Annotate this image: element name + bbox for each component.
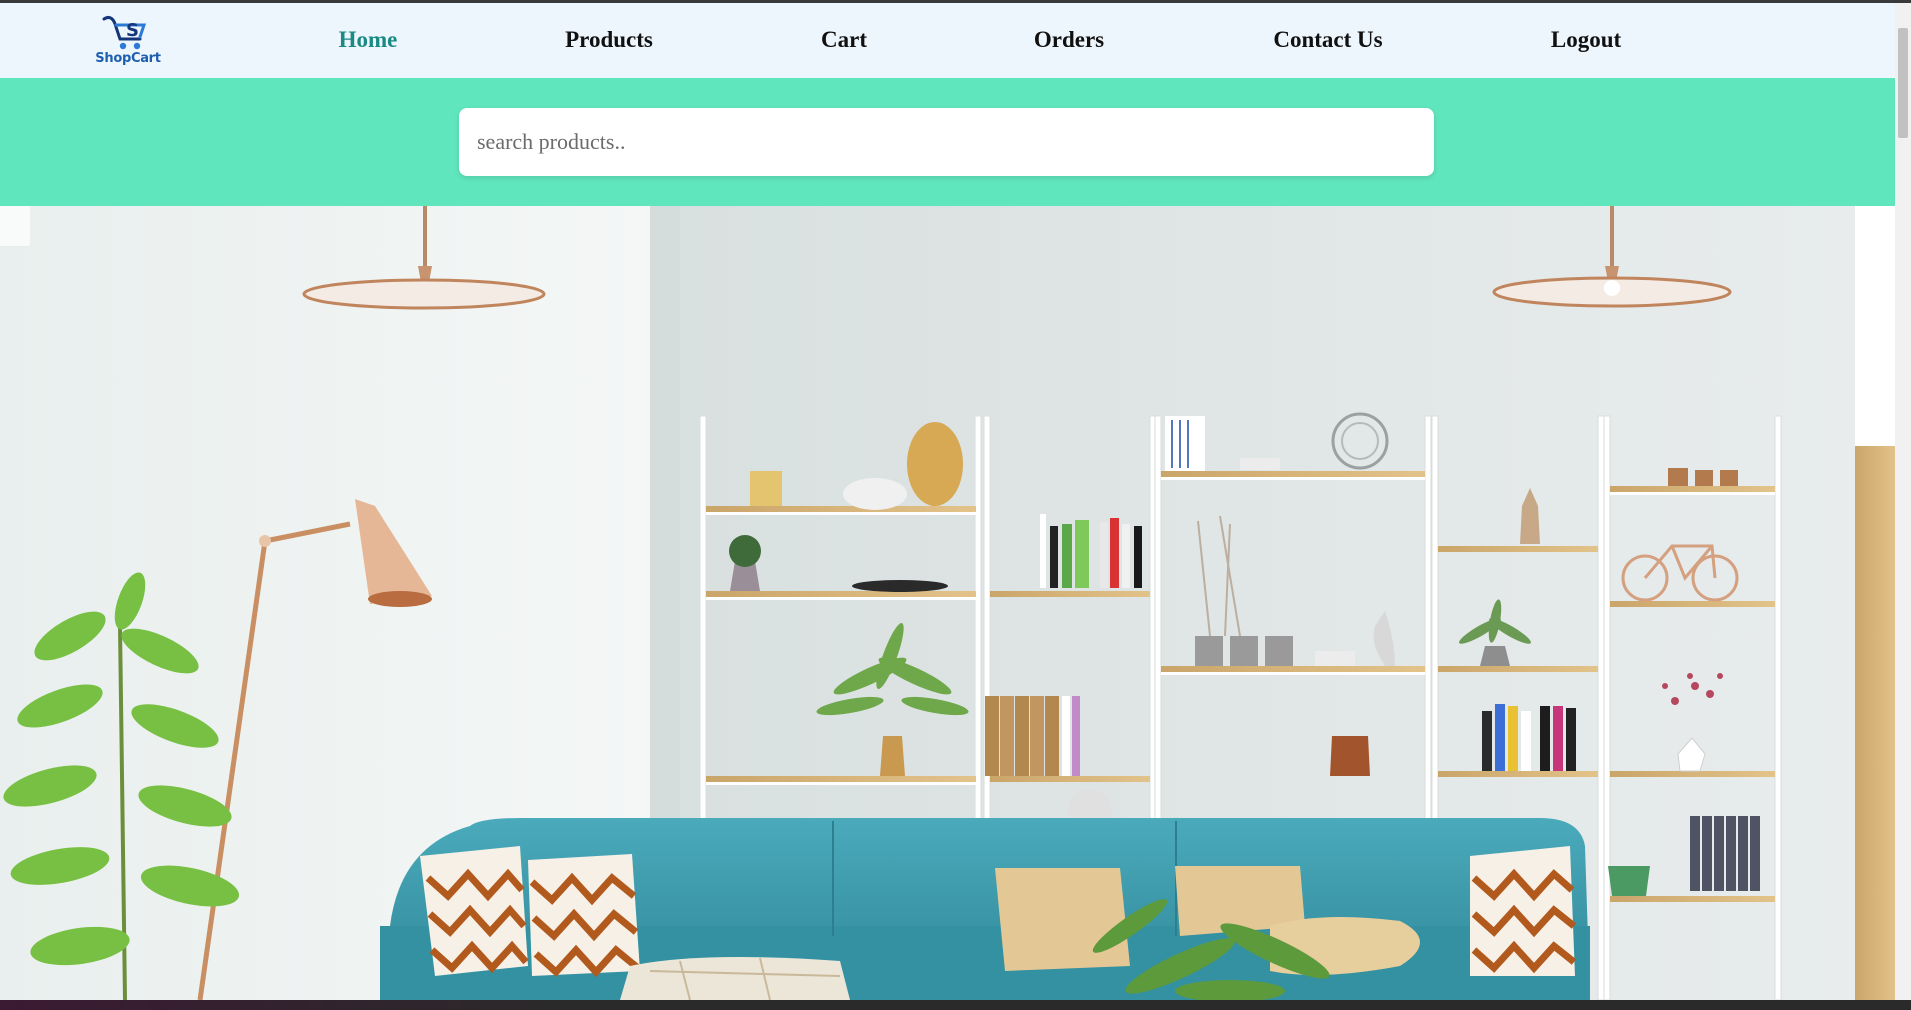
nav-logout-link[interactable]: Logout [1551, 27, 1621, 53]
living-room-interior-image [0, 206, 1895, 1000]
hero-banner [0, 206, 1895, 1000]
logo-text: ShopCart [95, 51, 161, 66]
nav-cart-link[interactable]: Cart [821, 27, 867, 53]
nav-contact-us-link[interactable]: Contact Us [1273, 27, 1382, 53]
nav-home-link[interactable]: Home [339, 27, 398, 53]
page: S ShopCart Home Products Cart Orders Con… [0, 3, 1895, 1000]
nav-orders-link[interactable]: Orders [1034, 27, 1104, 53]
vertical-scrollbar[interactable] [1895, 3, 1911, 1000]
nav-products-link[interactable]: Products [565, 27, 653, 53]
search-band [0, 78, 1895, 206]
svg-text:S: S [126, 20, 139, 41]
logo[interactable]: S ShopCart [92, 13, 172, 71]
navbar: S ShopCart Home Products Cart Orders Con… [0, 3, 1895, 78]
taskbar-edge [0, 1000, 1911, 1010]
scrollbar-thumb[interactable] [1898, 28, 1908, 138]
shopping-cart-logo-icon: S [102, 15, 147, 50]
search-input[interactable] [459, 108, 1434, 176]
